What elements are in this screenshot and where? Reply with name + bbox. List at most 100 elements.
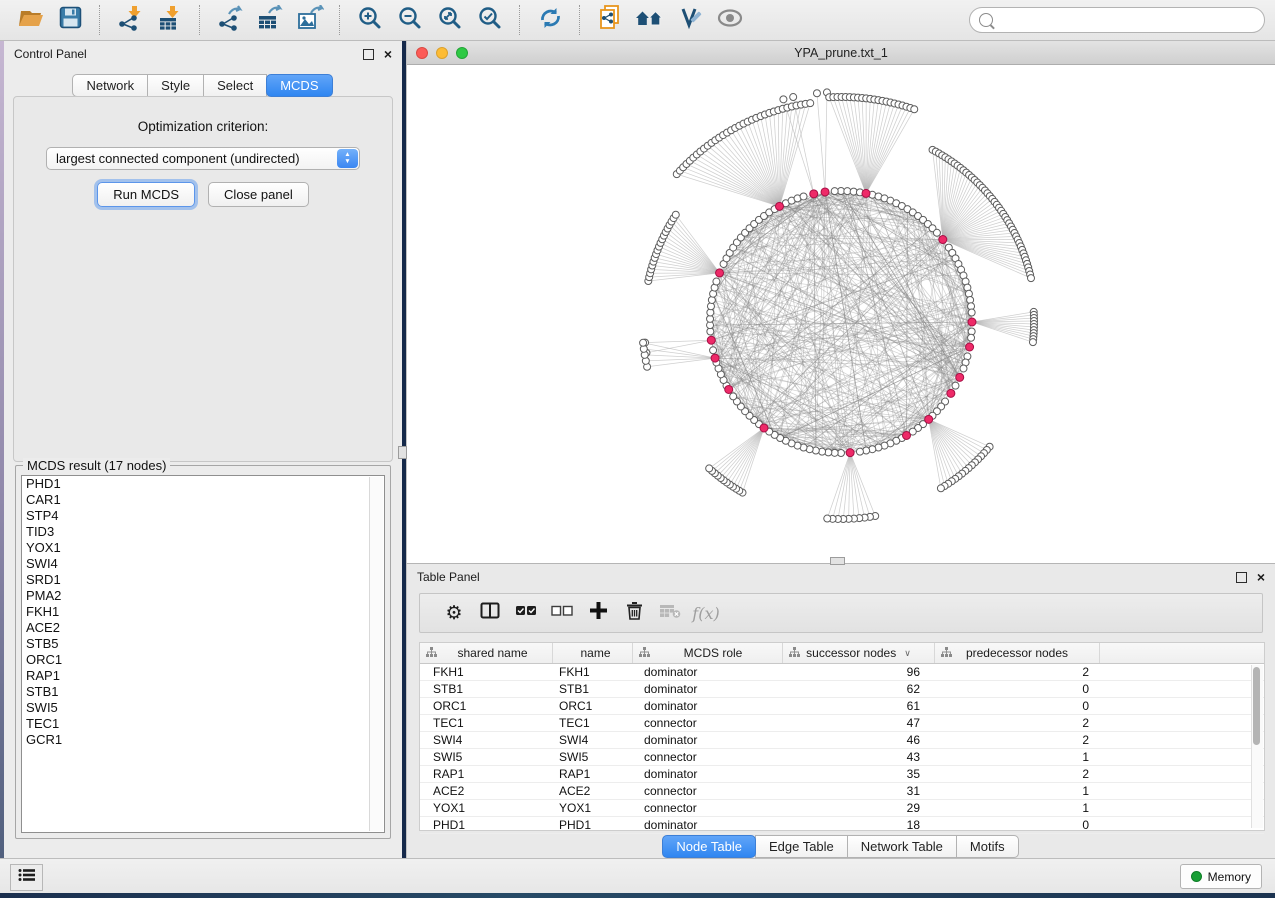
column-header-shared-name[interactable]: shared name <box>420 643 553 663</box>
network-node[interactable] <box>960 365 967 372</box>
network-hub-node[interactable] <box>968 318 976 326</box>
network-node[interactable] <box>713 278 720 285</box>
mcds-result-item[interactable]: GCR1 <box>22 732 384 748</box>
float-panel-icon[interactable] <box>363 49 374 60</box>
zoom-selected-button[interactable] <box>470 3 510 37</box>
log-console-button[interactable] <box>10 864 43 891</box>
column-visibility-button[interactable] <box>472 602 508 624</box>
table-scrollbar-thumb[interactable] <box>1253 667 1260 745</box>
mcds-result-item[interactable]: RAP1 <box>22 668 384 684</box>
import-network-button[interactable] <box>110 3 150 37</box>
zoom-in-button[interactable] <box>350 3 390 37</box>
column-header-mcds-role[interactable]: MCDS role <box>633 643 783 663</box>
select-all-button[interactable] <box>508 604 544 622</box>
export-image-button[interactable] <box>290 3 330 37</box>
table-row[interactable]: YOX1YOX1connector291 <box>420 800 1264 817</box>
network-leaf-node[interactable] <box>1028 275 1035 282</box>
open-session-button[interactable] <box>10 3 50 37</box>
apply-layout-button[interactable] <box>530 3 570 37</box>
mcds-result-item[interactable]: SWI4 <box>22 556 384 572</box>
network-hub-node[interactable] <box>760 424 768 432</box>
mcds-result-item[interactable]: ACE2 <box>22 620 384 636</box>
table-row[interactable]: TEC1TEC1connector472 <box>420 715 1264 732</box>
destroy-table-button[interactable] <box>652 604 688 623</box>
mcds-result-item[interactable]: PHD1 <box>22 476 384 492</box>
network-hub-node[interactable] <box>956 373 964 381</box>
table-row[interactable]: PHD1PHD1dominator180 <box>420 817 1264 834</box>
export-table-button[interactable] <box>250 3 290 37</box>
search-input[interactable] <box>999 12 1255 28</box>
table-settings-button[interactable]: ⚙ <box>436 604 472 623</box>
save-session-button[interactable] <box>50 3 90 37</box>
memory-button[interactable]: Memory <box>1180 864 1262 889</box>
tab-network-table[interactable]: Network Table <box>847 835 957 858</box>
network-hub-node[interactable] <box>775 202 783 210</box>
mcds-result-item[interactable]: TEC1 <box>22 716 384 732</box>
mcds-result-item[interactable]: CAR1 <box>22 492 384 508</box>
function-builder-button[interactable]: f(x) <box>688 604 724 623</box>
mcds-result-item[interactable]: YOX1 <box>22 540 384 556</box>
mcds-result-list[interactable]: PHD1CAR1STP4TID3YOX1SWI4SRD1PMA2FKH1ACE2… <box>21 475 385 833</box>
deselect-all-button[interactable] <box>544 604 580 622</box>
network-node[interactable] <box>800 193 807 200</box>
network-window-titlebar[interactable]: YPA_prune.txt_1 <box>407 41 1275 65</box>
mcds-result-item[interactable]: ORC1 <box>22 652 384 668</box>
horizontal-split-handle[interactable] <box>830 557 845 565</box>
close-panel-icon[interactable]: × <box>384 47 392 61</box>
network-node[interactable] <box>730 393 737 400</box>
close-table-panel-icon[interactable]: × <box>1257 570 1265 584</box>
zoom-fit-button[interactable] <box>430 3 470 37</box>
network-leaf-node[interactable] <box>640 339 647 346</box>
network-hub-node[interactable] <box>966 343 974 351</box>
table-row[interactable]: STB1STB1dominator620 <box>420 681 1264 698</box>
mcds-result-item[interactable]: STB1 <box>22 684 384 700</box>
delete-row-button[interactable] <box>616 601 652 625</box>
network-hub-node[interactable] <box>716 269 724 277</box>
vertical-split-handle[interactable] <box>398 446 407 459</box>
column-header-name[interactable]: name <box>553 643 633 663</box>
network-graph[interactable] <box>407 65 1275 563</box>
table-row[interactable]: RAP1RAP1dominator352 <box>420 766 1264 783</box>
tab-style[interactable]: Style <box>147 74 204 97</box>
float-table-panel-icon[interactable] <box>1236 572 1247 583</box>
network-leaf-node[interactable] <box>824 515 831 522</box>
tab-network[interactable]: Network <box>72 74 148 97</box>
mcds-result-item[interactable]: TID3 <box>22 524 384 540</box>
table-row[interactable]: ACE2ACE2connector311 <box>420 783 1264 800</box>
add-row-button[interactable] <box>580 602 616 624</box>
zoom-out-button[interactable] <box>390 3 430 37</box>
run-mcds-button[interactable]: Run MCDS <box>97 182 195 207</box>
mcds-result-item[interactable]: SWI5 <box>22 700 384 716</box>
mcds-result-item[interactable]: FKH1 <box>22 604 384 620</box>
network-hub-node[interactable] <box>939 236 947 244</box>
network-leaf-node[interactable] <box>1029 339 1036 346</box>
tab-motifs[interactable]: Motifs <box>956 835 1019 858</box>
network-leaf-node[interactable] <box>911 106 918 113</box>
network-leaf-node[interactable] <box>813 90 820 97</box>
network-node[interactable] <box>933 229 940 236</box>
birds-eye-view-button[interactable] <box>710 3 750 37</box>
network-leaf-node[interactable] <box>706 465 713 472</box>
mcds-list-scrollbar[interactable] <box>369 477 383 831</box>
network-hub-node[interactable] <box>711 354 719 362</box>
network-node[interactable] <box>831 188 838 195</box>
tab-select[interactable]: Select <box>203 74 267 97</box>
network-hub-node[interactable] <box>903 431 911 439</box>
table-row[interactable]: FKH1FKH1dominator962 <box>420 664 1264 681</box>
table-row[interactable]: ORC1ORC1dominator610 <box>420 698 1264 715</box>
close-panel-button[interactable]: Close panel <box>208 182 309 207</box>
export-network-button[interactable] <box>210 3 250 37</box>
network-leaf-node[interactable] <box>790 94 797 101</box>
mcds-result-item[interactable]: STB5 <box>22 636 384 652</box>
table-scrollbar[interactable] <box>1251 665 1263 828</box>
network-canvas[interactable] <box>407 65 1275 563</box>
network-node[interactable] <box>952 382 959 389</box>
mcds-result-item[interactable]: STP4 <box>22 508 384 524</box>
network-leaf-node[interactable] <box>807 100 814 107</box>
mcds-result-item[interactable]: PMA2 <box>22 588 384 604</box>
network-node[interactable] <box>968 334 975 341</box>
network-leaf-node[interactable] <box>937 485 944 492</box>
network-hub-node[interactable] <box>862 189 870 197</box>
mcds-result-item[interactable]: SRD1 <box>22 572 384 588</box>
table-row[interactable]: SWI5SWI5connector431 <box>420 749 1264 766</box>
